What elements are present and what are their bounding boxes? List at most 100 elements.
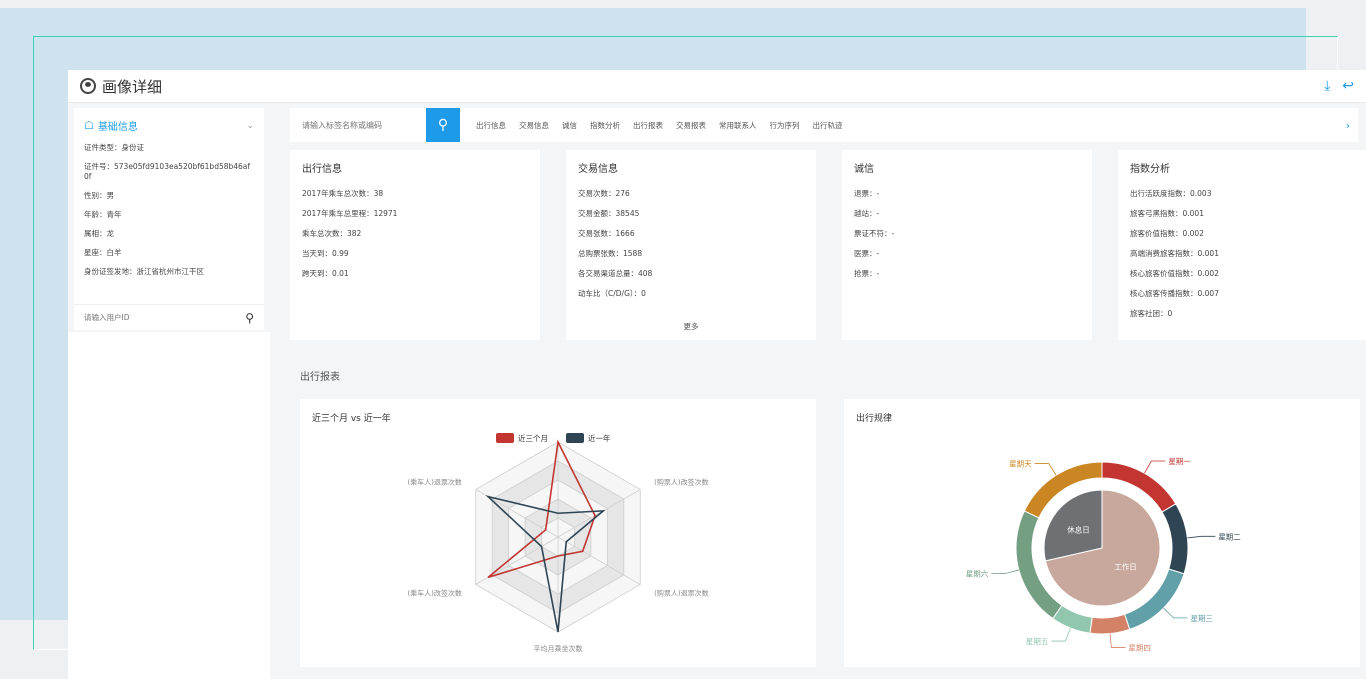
radar-indicator-label: (购票人)改签次数 [654, 478, 708, 487]
card-row: 旅客弓黑指数：0.001 [1130, 209, 1204, 218]
tab-travel-report[interactable]: 出行报表 [633, 120, 663, 131]
card-row: 动车比（C/D/G）：0 [578, 289, 646, 298]
info-constellation: 星座：白羊 [84, 248, 122, 257]
donut-chart-panel: 出行规律 工作日 休息日 星期一 星期二 星期三 星期四 星期五 星期六 星期天 [844, 399, 1360, 667]
legend-swatch[interactable] [496, 433, 514, 443]
basic-info-header[interactable]: ☖ 基础信息 ⌄ [74, 108, 264, 141]
card-row: 旅客社团：0 [1130, 309, 1173, 318]
card-row: 2017年乘车总里程：12971 [302, 209, 398, 218]
radar-indicator-label: (购票人)退票次数 [654, 589, 708, 598]
outer-slice[interactable] [1161, 503, 1189, 575]
legend-label[interactable]: 近三个月 [518, 433, 548, 443]
outer-slice-label: 星期六 [966, 569, 989, 579]
download-icon[interactable]: ⤓ [1324, 78, 1330, 94]
user-icon [80, 78, 96, 94]
chevron-down-icon[interactable]: ⌄ [246, 121, 254, 131]
card-row: 当天到：0.99 [302, 249, 349, 258]
tab-trade-info[interactable]: 交易信息 [519, 120, 549, 131]
back-icon[interactable]: ↩ [1342, 78, 1354, 94]
title-bar: 画像详细 ⤓ ↩ [68, 70, 1366, 103]
outer-slice-label: 星期三 [1191, 614, 1214, 623]
tag-search-box [290, 108, 426, 142]
outer-slice-label: 星期天 [1009, 459, 1032, 468]
card-row: 交易张数：1666 [578, 229, 635, 238]
tag-navbar: ⚲ 出行信息 交易信息 诚信 指数分析 出行报表 交易报表 常用联系人 行为序列… [290, 108, 1358, 142]
left-panel-background [68, 332, 270, 679]
inner-slice-label: 工作日 [1114, 562, 1137, 572]
card-row: 退票：- [854, 189, 880, 198]
outer-slice-label: 星期四 [1128, 644, 1151, 653]
tab-behavior-sequence[interactable]: 行为序列 [770, 120, 800, 131]
info-issue-place: 身份证签发地：浙江省杭州市江干区 [84, 267, 204, 276]
page-title: 画像详细 [102, 77, 163, 96]
info-id-number: 证件号：573e05fd9103ea520bf61bd58b46af0f [84, 162, 251, 181]
card-row: 乘车总次数：382 [302, 229, 362, 238]
radar-indicator-label: 平均月乘坐次数 [534, 644, 583, 653]
card-row: 旅客价值指数：0.002 [1130, 229, 1204, 238]
more-link[interactable]: 更多 [566, 321, 816, 332]
travel-info-card: 出行信息 2017年乘车总次数：38 2017年乘车总里程：12971 乘车总次… [290, 150, 540, 340]
info-age: 年龄：青年 [84, 210, 122, 219]
card-row: 核心旅客传播指数：0.007 [1130, 289, 1219, 298]
index-analysis-card: 指数分析 出行活跃度指数：0.003 旅客弓黑指数：0.001 旅客价值指数：0… [1118, 150, 1366, 340]
chevron-right-icon[interactable]: › [1346, 119, 1350, 132]
outer-label-line [991, 569, 1019, 574]
card-row: 跨天到：0.01 [302, 269, 349, 278]
credit-card: 诚信 退票：- 越站：- 票证不符：- 医票：- 抢票：- [842, 150, 1092, 340]
legend-label[interactable]: 近一年 [588, 433, 611, 443]
user-id-input[interactable] [84, 313, 246, 322]
outer-slice-label: 星期五 [1026, 637, 1049, 646]
card-row: 高端消费旅客指数：0.001 [1130, 249, 1219, 258]
card-row: 出行活跃度指数：0.003 [1130, 189, 1212, 198]
radar-chart-panel: 近三个月 vs 近一年 (购票人)改签次数 (购票人)退票次数 平均月乘坐次数 (乘车… [300, 399, 816, 667]
search-icon[interactable]: ⚲ [245, 311, 254, 325]
card-row: 抢票：- [854, 269, 880, 278]
info-zodiac: 属相：龙 [84, 229, 114, 238]
outer-label-line [1144, 460, 1166, 474]
outer-label-line [1051, 627, 1071, 642]
radar-indicator-label: (乘车人)改签次数 [407, 589, 461, 598]
person-icon: ☖ [84, 119, 94, 132]
card-title: 诚信 [854, 164, 874, 175]
card-row: 2017年乘车总次数：38 [302, 189, 384, 198]
card-row: 交易次数：276 [578, 189, 630, 198]
tab-trade-report[interactable]: 交易报表 [676, 120, 706, 131]
inner-slice-label: 休息日 [1067, 524, 1090, 534]
tab-travel-info[interactable]: 出行信息 [476, 120, 506, 131]
card-row: 越站：- [854, 209, 880, 218]
outer-slice-label: 星期一 [1168, 457, 1191, 466]
outer-label-line [1109, 633, 1126, 648]
tag-search-button[interactable]: ⚲ [426, 108, 460, 142]
radar-indicator-label: (乘车人)退票次数 [407, 478, 461, 487]
outer-label-line [1034, 463, 1057, 476]
tab-contacts[interactable]: 常用联系人 [719, 120, 757, 131]
legend-swatch[interactable] [566, 433, 584, 443]
outer-slice-label: 星期二 [1218, 532, 1241, 541]
donut-chart: 工作日 休息日 星期一星期二星期三星期四 星期五 星期六 星期天 [966, 457, 1242, 653]
card-row: 交易金额：38545 [578, 209, 640, 218]
title-actions: ⤓ ↩ [1324, 78, 1354, 94]
tag-search-input[interactable] [302, 120, 426, 130]
outer-label-line [1163, 607, 1188, 619]
info-id-type: 证件类型：身份证 [84, 143, 144, 152]
basic-info-title: 基础信息 [97, 122, 138, 133]
tab-travel-track[interactable]: 出行轨迹 [813, 120, 843, 131]
tab-credit[interactable]: 诚信 [562, 120, 577, 131]
search-icon: ⚲ [437, 117, 449, 133]
card-title: 出行信息 [302, 164, 342, 175]
radar-chart: (购票人)改签次数 (购票人)退票次数平均月乘坐次数 (乘车人)改签次数 (乘车人)退… [407, 433, 709, 653]
card-row: 各交易渠道总量：408 [578, 269, 653, 278]
outer-label-line [1187, 535, 1216, 539]
card-title: 指数分析 [1130, 164, 1170, 175]
card-title: 交易信息 [578, 164, 618, 175]
user-id-search: ⚲ [74, 304, 264, 330]
card-row: 核心旅客价值指数：0.002 [1130, 269, 1219, 278]
basic-info-panel: ☖ 基础信息 ⌄ 证件类型：身份证 证件号：573e05fd9103ea520b… [74, 108, 264, 330]
card-row: 总购票张数：1588 [578, 249, 643, 258]
info-gender: 性别：男 [84, 191, 114, 200]
tab-index-analysis[interactable]: 指数分析 [590, 120, 620, 131]
outer-slice[interactable] [1089, 613, 1131, 635]
card-row: 医票：- [854, 249, 880, 258]
trade-info-card: 交易信息 交易次数：276 交易金额：38545 交易张数：1666 总购票张数… [566, 150, 816, 340]
card-row: 票证不符：- [854, 229, 895, 238]
